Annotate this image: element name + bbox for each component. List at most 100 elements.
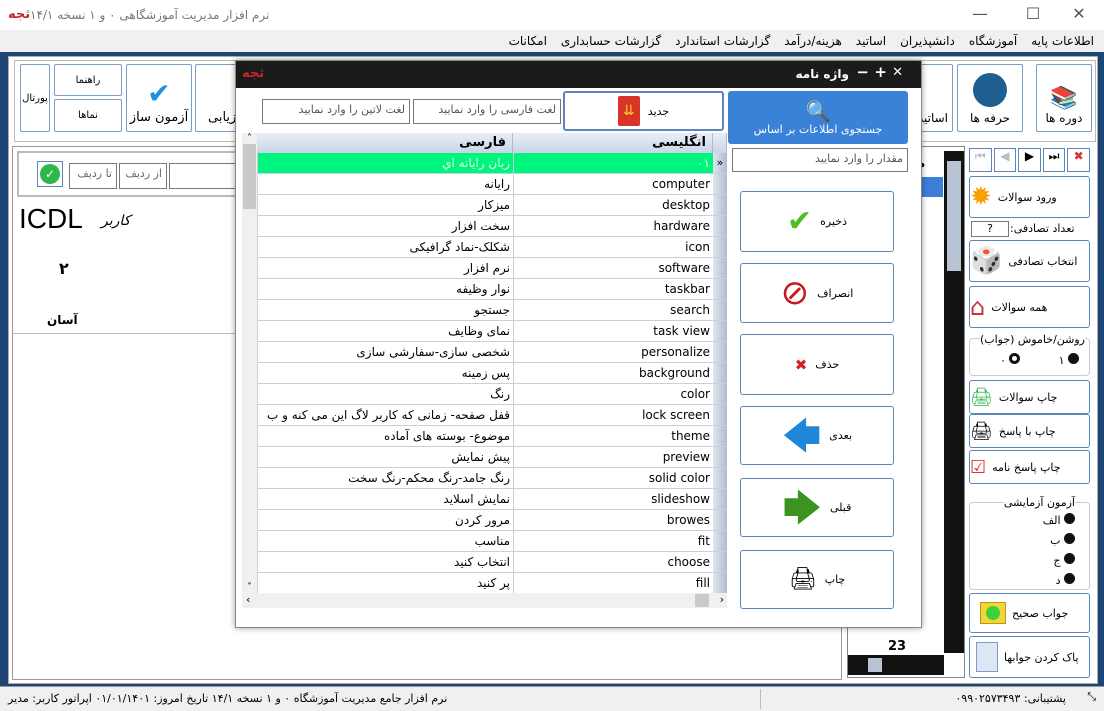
row-selector[interactable] (713, 300, 727, 320)
row-selector[interactable] (713, 321, 727, 341)
row-selector[interactable] (713, 489, 727, 509)
menu-institute[interactable]: آموزشگاه (969, 34, 1017, 48)
correct-answer-button[interactable]: جواب صحیح (969, 593, 1090, 633)
glossary-row[interactable]: میزکار desktop (257, 195, 727, 216)
views-button[interactable]: نماها (54, 99, 122, 132)
toggle-on-radio[interactable]: ۱ (1059, 353, 1079, 367)
row-selector[interactable]: » (713, 153, 727, 173)
row-selector[interactable] (713, 216, 727, 236)
menu-students[interactable]: دانشپذیران (900, 34, 955, 48)
courses-button[interactable]: 📚 دوره ها (1036, 64, 1092, 132)
row-selector[interactable] (713, 195, 727, 215)
to-row-input[interactable]: تا ردیف (69, 163, 117, 189)
row-selector[interactable] (713, 468, 727, 488)
glossary-row[interactable]: مرور کردن browes (257, 510, 727, 531)
glossary-row[interactable]: رنگ color (257, 384, 727, 405)
menu-standard-reports[interactable]: گزارشات استاندارد (675, 34, 770, 48)
row-selector[interactable] (713, 279, 727, 299)
maximize-button[interactable]: ☐ (1018, 4, 1048, 23)
dialog-close-button[interactable]: ✕ (892, 65, 903, 80)
persian-word-input[interactable]: لغت فارسی را وارد نمایید (413, 99, 561, 124)
minimize-button[interactable]: — (965, 4, 995, 23)
latin-word-input[interactable]: لغت لاتین را وارد نمایید (262, 99, 410, 124)
random-select-button[interactable]: انتخاب تصادفی 🎲 (969, 240, 1090, 282)
option-alef-radio[interactable]: الف (1043, 513, 1075, 527)
glossary-row[interactable]: انتخاب کنید choose (257, 552, 727, 573)
search-value-input[interactable]: مقدار را وارد نمایید (732, 148, 908, 172)
resize-grip-icon[interactable]: ⤡ (1087, 690, 1096, 704)
row-selector[interactable] (713, 174, 727, 194)
new-button[interactable]: جدید ⇊ (563, 91, 724, 131)
horizontal-scrollbar[interactable] (848, 655, 944, 675)
menu-base-info[interactable]: اطلاعات پایه (1031, 34, 1094, 48)
row-selector[interactable] (713, 552, 727, 572)
all-questions-button[interactable]: همه سوالات ⌂ (969, 286, 1090, 328)
glossary-row[interactable]: رایانه computer (257, 174, 727, 195)
dialog-expand-button[interactable]: + (874, 63, 887, 81)
option-dal-radio[interactable]: د (1056, 573, 1075, 587)
glossary-row[interactable]: قفل صفحه- زمانی که کاربر لاگ این می کنه … (257, 405, 727, 426)
row-selector[interactable] (713, 363, 727, 383)
close-button[interactable]: ✕ (1064, 4, 1094, 23)
glossary-row[interactable]: جستجو search (257, 300, 727, 321)
glossary-row[interactable]: نمایش اسلاید slideshow (257, 489, 727, 510)
print-with-answer-button[interactable]: چاپ با پاسخ 🖨 (969, 414, 1090, 448)
random-count-input[interactable]: ? (971, 221, 1009, 237)
next-record-icon[interactable]: ▶ (1018, 148, 1041, 172)
last-record-icon[interactable]: ⏭ (1042, 148, 1066, 172)
close-record-icon[interactable]: ✖ (1067, 148, 1090, 172)
glossary-row[interactable]: پس زمینه background (257, 363, 727, 384)
print-answer-sheet-button[interactable]: چاپ پاسخ نامه ☑ (969, 450, 1090, 484)
exam-builder-button[interactable]: ✔ آزمون ساز (126, 64, 192, 132)
glossary-row[interactable]: پیش نمایش preview (257, 447, 727, 468)
row-selector[interactable] (713, 384, 727, 404)
glossary-row[interactable]: نرم افزار software (257, 258, 727, 279)
grid-horizontal-scrollbar[interactable]: ‹ › (242, 593, 727, 608)
apply-filter-button[interactable]: ✓ (37, 161, 63, 187)
option-jim-radio[interactable]: ج (1053, 553, 1075, 567)
row-selector[interactable] (713, 405, 727, 425)
professions-button[interactable]: حرفه ها (957, 64, 1023, 132)
delete-button[interactable]: حذف ✖ (740, 334, 894, 395)
toggle-off-radio[interactable]: ۰ (1000, 353, 1021, 367)
column-header-english[interactable]: انگلیسی (513, 133, 713, 153)
row-selector[interactable] (713, 510, 727, 530)
grid-vertical-scrollbar[interactable]: ˄ ˅ (242, 133, 257, 593)
prev-record-icon[interactable]: ◀ (993, 148, 1017, 172)
next-button[interactable]: بعدی 🡄 (740, 406, 894, 465)
row-selector[interactable] (713, 258, 727, 278)
glossary-row[interactable]: پر کنید fill (257, 573, 727, 594)
row-selector[interactable] (713, 573, 727, 593)
enter-questions-button[interactable]: ورود سوالات ✹ (969, 176, 1090, 218)
row-selector[interactable] (713, 426, 727, 446)
glossary-row[interactable]: موضوع- بوسته های آماده theme (257, 426, 727, 447)
previous-button[interactable]: قبلی 🡆 (740, 478, 894, 537)
from-row-input[interactable]: از ردیف (119, 163, 167, 189)
menu-teachers[interactable]: اساتید (856, 34, 886, 48)
row-selector[interactable] (713, 447, 727, 467)
glossary-row[interactable]: شخصی سازی-سفارشی سازی personalize (257, 342, 727, 363)
menu-cost-income[interactable]: هزینه/درآمد (784, 34, 842, 48)
glossary-row[interactable]: شکلک-نماد گرافیکی icon (257, 237, 727, 258)
glossary-row[interactable]: رنگ جامد-رنگ محکم-رنگ سخت solid color (257, 468, 727, 489)
glossary-row[interactable]: زبان رایانه اي ۰۱» (257, 153, 727, 174)
search-by-button[interactable]: 🔍 جستجوی اطلاعات بر اساس (728, 91, 908, 144)
portal-button[interactable]: پورتال (20, 64, 50, 132)
glossary-row[interactable]: نوار وظیفه taskbar (257, 279, 727, 300)
row-selector[interactable] (713, 342, 727, 362)
print-questions-button[interactable]: چاپ سوالات 🖨 (969, 380, 1090, 414)
print-button[interactable]: چاپ 🖨 (740, 550, 894, 609)
glossary-row[interactable]: سخت افزار hardware (257, 216, 727, 237)
option-be-radio[interactable]: ب (1050, 533, 1075, 547)
menu-accounting-reports[interactable]: گزارشات حسابداری (561, 34, 661, 48)
dialog-collapse-button[interactable]: − (856, 63, 869, 81)
save-button[interactable]: ذخیره ✔ (740, 191, 894, 252)
clear-answers-button[interactable]: پاک کردن جوابها (969, 636, 1090, 678)
glossary-row[interactable]: مناسب fit (257, 531, 727, 552)
row-selector[interactable] (713, 531, 727, 551)
cancel-button[interactable]: انصراف ⊘ (740, 263, 894, 323)
vertical-scrollbar[interactable] (944, 151, 964, 653)
row-selector[interactable] (713, 237, 727, 257)
guide-button[interactable]: راهنما (54, 64, 122, 96)
first-record-icon[interactable]: ⏮ (969, 148, 992, 172)
